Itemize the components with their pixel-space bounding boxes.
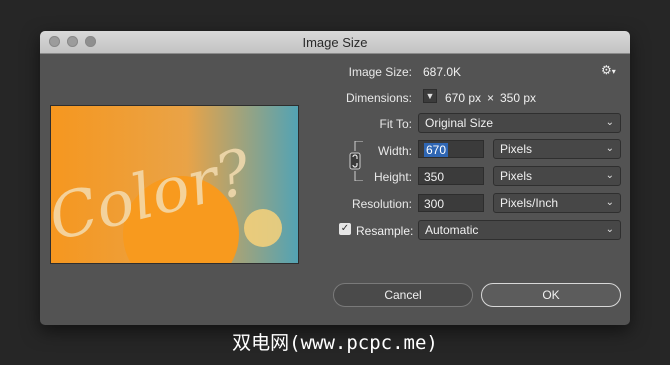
image-preview[interactable]: Color? — [50, 105, 299, 264]
width-value: 670 — [424, 143, 449, 157]
height-unit-value: Pixels — [500, 169, 533, 183]
dimensions-dropdown[interactable]: ▼ — [423, 89, 437, 103]
height-input[interactable]: 350 — [418, 167, 484, 185]
chevron-down-icon: ⌄ — [605, 197, 614, 208]
checkmark-icon: ✓ — [340, 223, 350, 234]
chevron-down-icon: ▼ — [425, 91, 435, 101]
width-unit-value: Pixels — [500, 142, 533, 156]
resample-value: Automatic — [425, 223, 479, 237]
height-unit-select[interactable]: Pixels ⌄ — [493, 166, 621, 186]
resolution-value: 300 — [424, 197, 445, 211]
fit-to-value: Original Size — [425, 116, 494, 130]
dialog-title: Image Size — [302, 35, 368, 50]
resolution-unit-select[interactable]: Pixels/Inch ⌄ — [493, 193, 621, 213]
watermark-text: 双电网(www.pcpc.me) — [232, 332, 438, 354]
width-label: Width: — [377, 144, 412, 158]
resolution-input[interactable]: 300 — [418, 194, 484, 212]
chevron-down-icon: ⌄ — [605, 117, 614, 128]
title-bar: Image Size — [40, 31, 630, 54]
cancel-button[interactable]: Cancel — [333, 283, 473, 307]
chevron-down-icon: ⌄ — [605, 224, 614, 235]
chevron-down-icon: ⌄ — [605, 170, 614, 181]
dimensions-height-value: 350 px — [500, 91, 537, 105]
resample-label: Resample: — [356, 224, 414, 238]
width-input[interactable]: 670 — [418, 140, 484, 158]
dimensions-width-value: 670 px — [445, 91, 482, 105]
height-label: Height: — [373, 170, 412, 184]
ok-button[interactable]: OK — [481, 283, 621, 307]
fit-to-select[interactable]: Original Size ⌄ — [418, 113, 621, 133]
preview-image: Color? — [51, 106, 298, 263]
chevron-down-icon: ⌄ — [605, 143, 614, 154]
dimensions-times: × — [487, 91, 495, 105]
resample-checkbox[interactable]: ✓ — [339, 223, 351, 235]
resample-select[interactable]: Automatic ⌄ — [418, 220, 621, 240]
image-size-label: Image Size: — [348, 65, 412, 79]
image-size-dialog: Image Size Color? Image Size: 687.0K ⚙▾ … — [40, 31, 630, 325]
fit-to-label: Fit To: — [379, 117, 412, 131]
width-unit-select[interactable]: Pixels ⌄ — [493, 139, 621, 159]
resolution-unit-value: Pixels/Inch — [500, 196, 559, 210]
dimensions-label: Dimensions: — [345, 91, 412, 105]
height-value: 350 — [424, 170, 445, 184]
image-size-value: 687.0K — [423, 65, 462, 79]
resolution-label: Resolution: — [351, 197, 412, 211]
gear-icon[interactable]: ⚙▾ — [601, 63, 616, 77]
